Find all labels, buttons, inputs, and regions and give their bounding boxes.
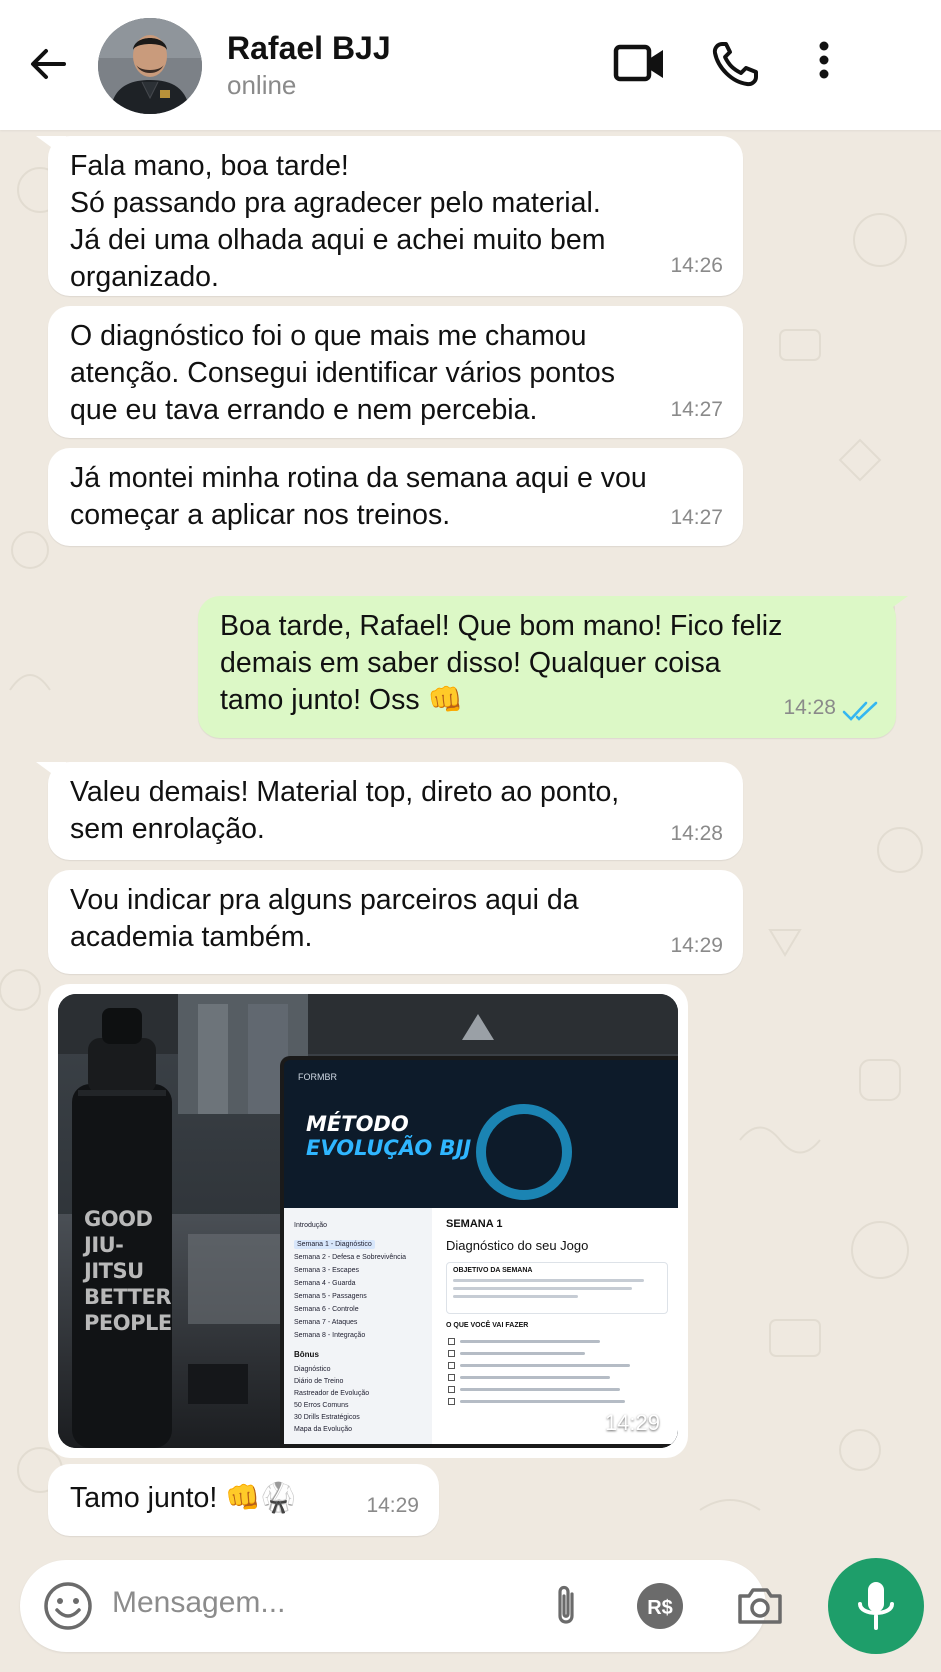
message-incoming[interactable]: Valeu demais! Material top, direto ao po… [36, 762, 743, 860]
message-image[interactable]: GOOD JIU-JITSU BETTER PEOPLE FORMBR MÉTO… [48, 984, 688, 1458]
message-incoming[interactable]: Vou indicar pra alguns parceiros aqui da… [48, 870, 743, 974]
screen-nav-item: Semana 4 - Guarda [294, 1280, 356, 1287]
message-incoming[interactable]: Fala mano, boa tarde! Só passando pra ag… [36, 136, 743, 296]
screen-objective-box: OBJETIVO DA SEMANA [446, 1262, 668, 1314]
contact-name[interactable]: Rafael BJJ [227, 30, 391, 67]
message-text: Valeu demais! Material top, direto ao po… [70, 776, 620, 845]
screen-nav-item: Semana 8 - Integração [294, 1332, 366, 1339]
screen-bonus-heading: Bônus [294, 1350, 319, 1359]
attach-icon[interactable] [540, 1580, 592, 1632]
screen-bonus-item: 30 Drills Estratégicos [294, 1414, 360, 1421]
screen-checkbox-row [448, 1350, 648, 1358]
chat-area[interactable]: Fala mano, boa tarde! Só passando pra ag… [0, 130, 941, 1550]
emoji-icon[interactable] [42, 1580, 94, 1632]
message-time: 14:27 [670, 506, 723, 529]
screen-title-line1: MÉTODO [306, 1112, 409, 1136]
screen-logo-ring [476, 1104, 572, 1200]
message-time: 14:29 [670, 934, 723, 957]
screen-nav: Introdução Semana 1 - Diagnóstico Semana… [284, 1208, 432, 1444]
screen-nav-item: Semana 2 - Defesa e Sobrevivência [294, 1254, 407, 1261]
laptop-screen: FORMBR MÉTODO EVOLUÇÃO BJJ Introdução Se… [280, 1056, 678, 1448]
screen-bonus-item: 50 Erros Comuns [294, 1402, 349, 1409]
read-ticks-icon [842, 701, 878, 721]
message-time: 14:28 [783, 696, 836, 719]
microphone-icon [858, 1582, 894, 1630]
message-text: Vou indicar pra alguns parceiros aqui da… [70, 884, 579, 953]
screen-todo-heading: O QUE VOCÊ VAI FAZER [446, 1322, 529, 1329]
message-input[interactable]: Mensagem... [112, 1586, 285, 1620]
payment-label: R$ [647, 1597, 673, 1619]
voice-message-button[interactable] [828, 1558, 924, 1654]
screen-objective-heading: OBJETIVO DA SEMANA [453, 1267, 533, 1274]
screen-bonus-item: Diário de Treino [294, 1378, 344, 1385]
contact-status: online [227, 70, 297, 100]
screen-bonus-item: Rastreador de Evolução [294, 1390, 370, 1397]
message-text: Boa tarde, Rafael! Que bom mano! Fico fe… [220, 610, 783, 716]
screen-nav-item: Semana 3 - Escapes [294, 1267, 359, 1274]
message-text: Fala mano, boa tarde! Só passando pra ag… [70, 150, 606, 293]
screen-brand: FORMBR [298, 1072, 337, 1082]
message-text: O diagnóstico foi o que mais me chamou a… [70, 320, 615, 426]
message-time: 14:27 [670, 398, 723, 421]
screen-bonus-item: Mapa da Evolução [294, 1426, 352, 1433]
screen-week-title: Diagnóstico do seu Jogo [446, 1238, 589, 1253]
screen-checkbox-row [448, 1398, 648, 1406]
message-text: Já montei minha rotina da semana aqui e … [70, 462, 647, 531]
screen-checkbox-row [448, 1362, 648, 1370]
screen-week-label: SEMANA 1 [446, 1218, 503, 1230]
message-incoming[interactable]: Já montei minha rotina da semana aqui e … [48, 448, 743, 546]
screen-bonus-item: Diagnóstico [294, 1366, 331, 1373]
bottle-text: GOOD JIU-JITSU BETTER PEOPLE [84, 1207, 172, 1335]
payment-icon[interactable]: R$ [634, 1580, 686, 1632]
message-time: 14:26 [670, 254, 723, 277]
screen-checkbox-row [448, 1374, 648, 1382]
message-composer[interactable]: Mensagem... R$ [20, 1560, 782, 1652]
back-arrow-icon[interactable] [24, 40, 72, 88]
message-outgoing[interactable]: Boa tarde, Rafael! Que bom mano! Fico fe… [198, 596, 908, 738]
screen-title-line2: EVOLUÇÃO BJJ [306, 1136, 472, 1160]
message-incoming[interactable]: Tamo junto! 👊🥋 14:29 [48, 1464, 439, 1536]
message-time: 14:28 [670, 822, 723, 845]
more-vert-icon[interactable] [802, 38, 846, 90]
screen-nav-item: Semana 6 - Controle [294, 1306, 359, 1313]
message-time: 14:29 [366, 1494, 419, 1517]
contact-avatar[interactable] [98, 18, 202, 114]
screen-nav-item: Introdução [294, 1222, 328, 1229]
screen-nav-item: Semana 7 - Ataques [294, 1319, 358, 1326]
phone-icon[interactable] [708, 38, 764, 90]
screen-checkbox-row [448, 1386, 648, 1394]
camera-icon[interactable] [734, 1580, 786, 1632]
message-incoming[interactable]: O diagnóstico foi o que mais me chamou a… [48, 306, 743, 438]
photo[interactable]: GOOD JIU-JITSU BETTER PEOPLE FORMBR MÉTO… [58, 994, 678, 1448]
screen-nav-item: Semana 5 - Passagens [294, 1293, 367, 1300]
chat-header: Rafael BJJ online [0, 0, 941, 130]
screen-checkbox-row [448, 1338, 648, 1346]
video-call-icon[interactable] [612, 38, 668, 90]
image-time: 14:29 [604, 1410, 660, 1435]
message-text: Tamo junto! 👊🥋 [70, 1482, 297, 1514]
screen-nav-item: Semana 1 - Diagnóstico [294, 1240, 375, 1249]
